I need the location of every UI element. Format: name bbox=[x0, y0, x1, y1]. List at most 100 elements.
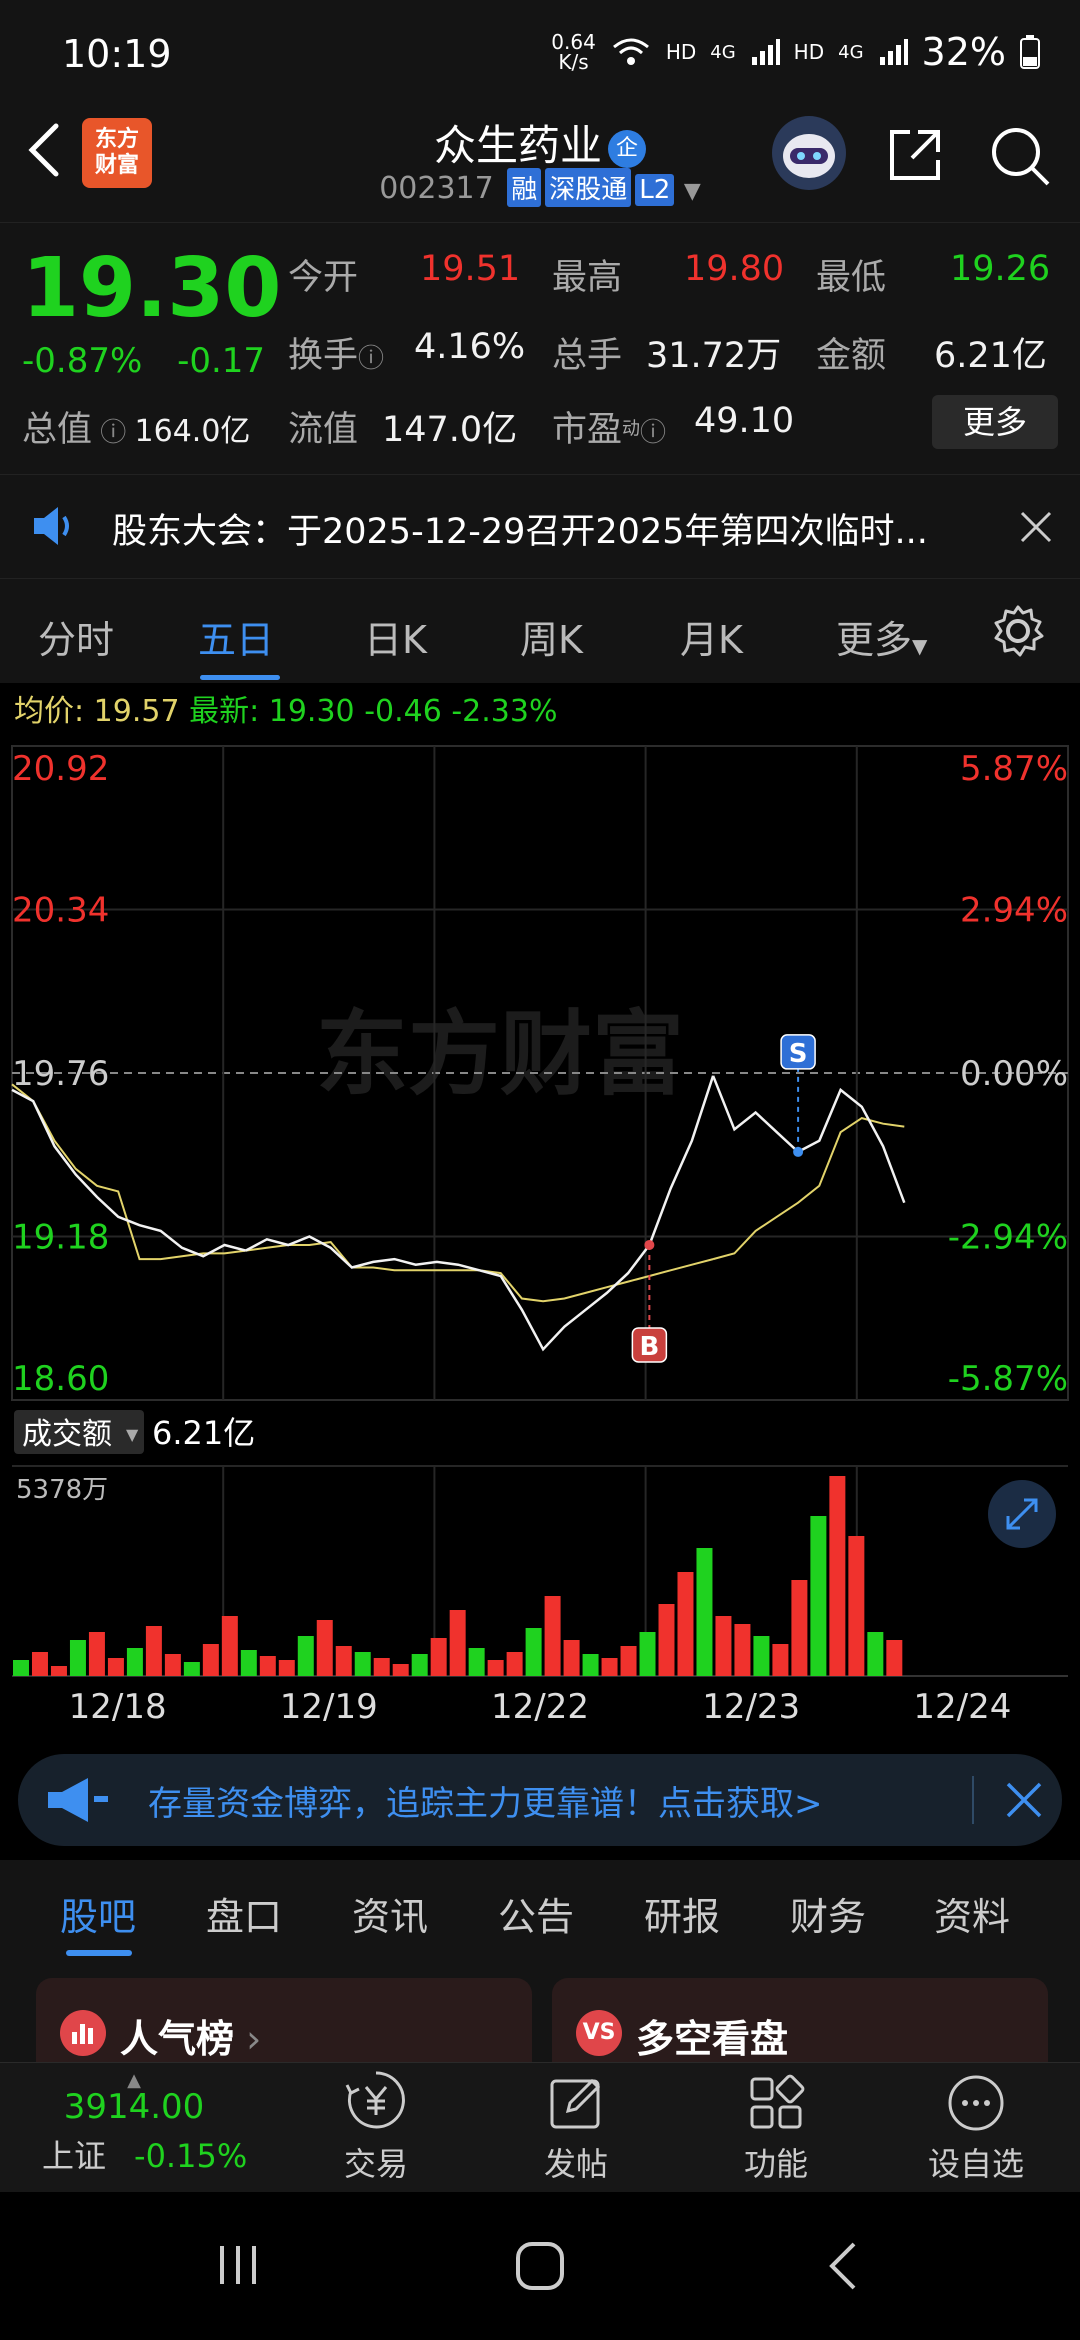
promo-banner[interactable]: 存量资金博弈，追踪主力更靠谱！点击获取> bbox=[18, 1754, 1062, 1846]
volume-bar bbox=[50, 1666, 67, 1676]
amount-label: 金额 bbox=[816, 336, 887, 376]
volume-value: 31.72万 bbox=[646, 336, 782, 376]
price-line bbox=[711, 1075, 906, 1204]
index-value: 3914.00 bbox=[63, 2087, 205, 2127]
low-value: 19.26 bbox=[950, 249, 1051, 289]
info-icon[interactable]: ⓘ bbox=[358, 344, 384, 374]
signal-icon bbox=[751, 39, 780, 65]
speaker-icon bbox=[34, 507, 69, 545]
feature-cards: 人气榜 › VS 多空看盘 bbox=[0, 1966, 1080, 2078]
home-icon[interactable] bbox=[514, 2240, 566, 2292]
tag-l2: L2 bbox=[635, 174, 675, 206]
avg-price-line bbox=[712, 1117, 905, 1261]
volume-bar bbox=[107, 1658, 124, 1676]
tab-intraday[interactable]: 分时 bbox=[38, 609, 114, 664]
index-ticker[interactable]: ▲ 3914.00 上证 -0.15% bbox=[14, 2072, 254, 2177]
tab-orderbook[interactable]: 盘口 bbox=[206, 1886, 282, 1941]
settings-gear-icon[interactable] bbox=[990, 603, 1046, 659]
low-label: 最低 bbox=[816, 258, 887, 298]
tab-financials[interactable]: 财务 bbox=[790, 1886, 866, 1941]
pe-value: 49.10 bbox=[694, 401, 795, 441]
status-icons: 0.64 K/s HD 4G HD 4G 32% bbox=[551, 30, 1040, 74]
volume-bar bbox=[335, 1646, 352, 1676]
five-day-chart[interactable]: 东方财富 20.92 5.87% 20.34 2.94% 19.76 0.00% 19.18 -… bbox=[0, 740, 1080, 1740]
notice-bar[interactable]: 股东大会：于2025-12-29召开2025年第四次临时... bbox=[0, 474, 1080, 579]
avg-price-line bbox=[479, 1258, 714, 1303]
volume-bar bbox=[126, 1648, 143, 1676]
volume-max-label: 5378万 bbox=[16, 1475, 108, 1505]
tab-news[interactable]: 资讯 bbox=[352, 1886, 428, 1941]
y-right-tick-label: 5.87% bbox=[960, 749, 1068, 789]
average-price-row: 均价: 19.57 最新: 19.30 -0.46 -2.33% bbox=[14, 686, 558, 730]
market-cap-label: 总值 bbox=[22, 410, 93, 450]
signal-icon bbox=[879, 39, 908, 65]
tab-monthly-k[interactable]: 月K bbox=[680, 609, 743, 664]
volume-bar bbox=[829, 1476, 846, 1676]
volume-bar bbox=[259, 1656, 276, 1676]
float-label: 流值 bbox=[288, 410, 359, 450]
active-tab-indicator bbox=[200, 675, 280, 680]
ai-robot-icon[interactable] bbox=[772, 116, 846, 190]
back-nav-icon[interactable] bbox=[824, 2240, 864, 2292]
latest-label: 最新: bbox=[189, 694, 260, 729]
x-axis-date-label: 12/18 bbox=[69, 1687, 167, 1727]
volume-bar bbox=[88, 1632, 105, 1676]
volume-bar bbox=[468, 1648, 485, 1676]
tab-weekly-k[interactable]: 周K bbox=[520, 609, 583, 664]
x-axis-date-label: 12/22 bbox=[491, 1687, 589, 1727]
more-button[interactable]: 更多 bbox=[932, 395, 1058, 449]
add-watchlist-button[interactable]: 设自选 bbox=[876, 2063, 1076, 2185]
net-speed-value: 0.64 bbox=[551, 30, 596, 54]
info-icon[interactable]: ⓘ bbox=[92, 418, 135, 448]
tab-announcements[interactable]: 公告 bbox=[498, 1886, 574, 1941]
post-button[interactable]: 发帖 bbox=[476, 2063, 676, 2185]
notice-text: 股东大会：于2025-12-29召开2025年第四次临时... bbox=[112, 512, 928, 552]
share-icon[interactable] bbox=[884, 124, 946, 186]
open-label: 今开 bbox=[288, 258, 359, 298]
volume-bar bbox=[734, 1624, 751, 1676]
price-line bbox=[479, 1075, 715, 1352]
trade-button[interactable]: 交易 bbox=[276, 2063, 476, 2185]
tab-forum[interactable]: 股吧 bbox=[60, 1886, 136, 1941]
functions-button[interactable]: 功能 bbox=[676, 2063, 876, 2185]
close-icon[interactable] bbox=[1004, 1780, 1044, 1820]
status-bar: 10:19 0.64 K/s HD 4G HD 4G 32% bbox=[0, 0, 1080, 110]
grid-functions-icon bbox=[750, 2074, 805, 2129]
pe-label: 市盈 bbox=[552, 410, 623, 450]
trade-label: 交易 bbox=[343, 2145, 408, 2183]
change-amount: -0.17 bbox=[177, 341, 266, 381]
y-right-tick-label: 0.00% bbox=[960, 1054, 1068, 1094]
market-cap: 总值 ⓘ 164.0亿 bbox=[22, 401, 250, 452]
tab-daily-k[interactable]: 日K bbox=[364, 609, 427, 664]
signal-label-2: 4G bbox=[838, 41, 864, 63]
volume-bar bbox=[658, 1604, 675, 1676]
volume-bar bbox=[810, 1516, 827, 1676]
net-speed-unit: K/s bbox=[558, 50, 589, 74]
volume-bar bbox=[715, 1616, 732, 1676]
tab-five-day[interactable]: 五日 bbox=[198, 609, 274, 664]
hd-label-2: HD bbox=[793, 40, 825, 64]
search-icon[interactable] bbox=[988, 124, 1052, 188]
tab-more[interactable]: 更多▼ bbox=[836, 609, 927, 664]
volume-bar bbox=[316, 1620, 333, 1676]
enterprise-badge: 企 bbox=[608, 129, 646, 168]
high-value: 19.80 bbox=[684, 249, 785, 289]
volume-bar bbox=[753, 1636, 770, 1676]
volume-bar bbox=[487, 1660, 504, 1676]
latest-value: 19.30 bbox=[268, 694, 355, 729]
volume-bar bbox=[354, 1652, 371, 1676]
volume-bar bbox=[13, 1660, 29, 1676]
price-change: -0.87% -0.17 bbox=[22, 341, 265, 381]
vs-icon: VS bbox=[576, 2010, 622, 2056]
avg-price-line bbox=[245, 1241, 480, 1272]
y-right-tick-label: -5.87% bbox=[948, 1359, 1068, 1399]
recent-apps-icon[interactable] bbox=[214, 2240, 264, 2290]
tab-research[interactable]: 研报 bbox=[644, 1886, 720, 1941]
info-icon[interactable]: ⓘ bbox=[640, 418, 666, 448]
system-navbar bbox=[0, 2192, 1080, 2340]
close-icon[interactable] bbox=[1018, 509, 1054, 545]
tab-profile[interactable]: 资料 bbox=[934, 1886, 1010, 1941]
active-tab-indicator bbox=[66, 1950, 132, 1956]
robot-face-icon bbox=[783, 134, 835, 178]
dropdown-arrow-icon: ▼ bbox=[912, 634, 928, 658]
